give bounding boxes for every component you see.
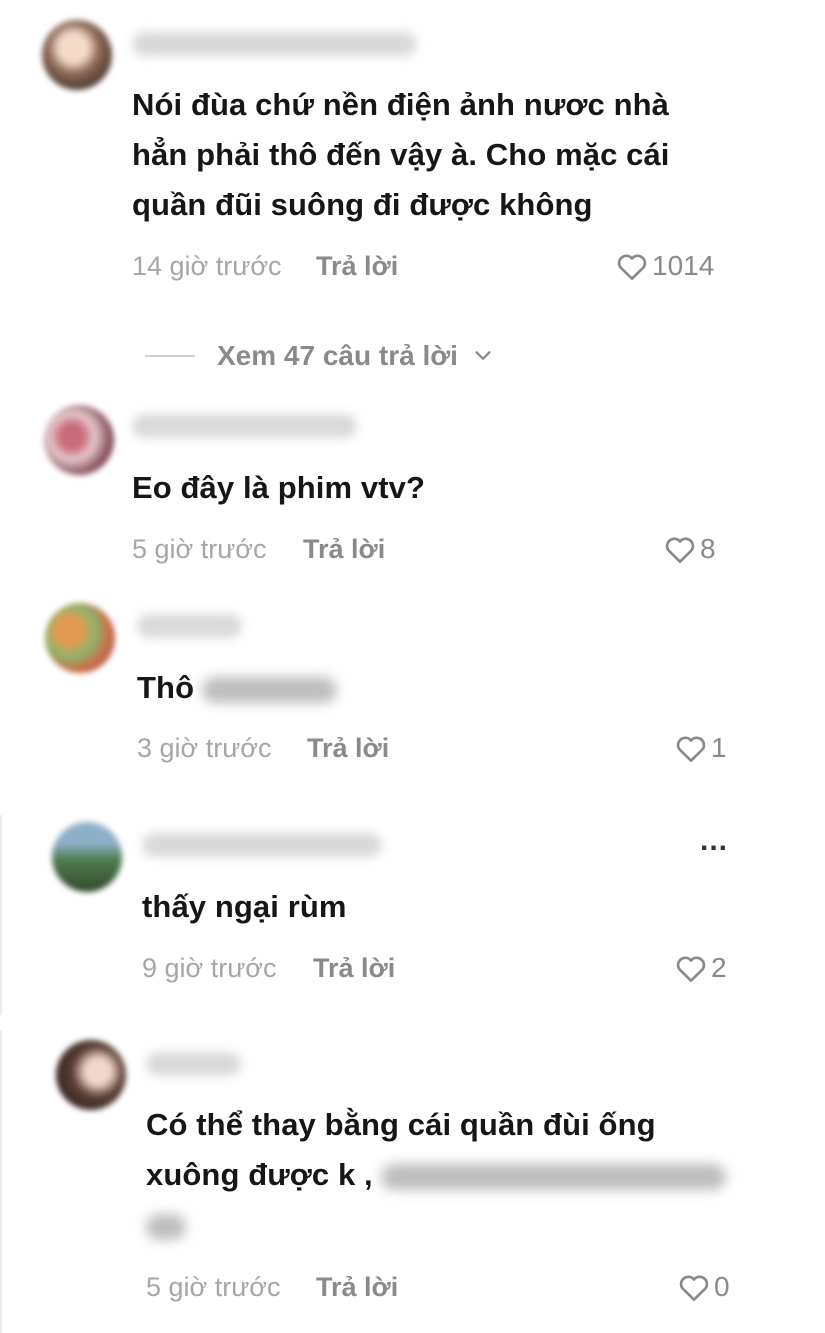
heart-outline-icon (665, 537, 695, 564)
username[interactable] (142, 833, 382, 857)
comment-text: Eo đây là phim vtv? (132, 470, 426, 505)
avatar[interactable] (42, 20, 112, 90)
like-button[interactable]: 1014 (616, 250, 714, 282)
chevron-down-icon (475, 351, 491, 360)
like-count: 1014 (652, 250, 715, 281)
like-count: 8 (700, 533, 716, 564)
comment-text-line-1: Có thể thay bằng cái quần đùi ống (146, 1107, 656, 1142)
comment-text: thấy ngại rùm (142, 889, 347, 924)
heart-outline-icon (617, 254, 647, 280)
like-button[interactable]: 0 (678, 1271, 730, 1303)
heart-outline-icon (676, 736, 706, 763)
comment-text: Thô (137, 663, 338, 713)
comment-time: 5 giờ trước (132, 534, 267, 564)
like-button[interactable]: 8 (664, 533, 716, 565)
heart-outline-icon (679, 1275, 709, 1301)
like-count: 1 (711, 732, 727, 763)
avatar[interactable] (45, 603, 115, 673)
reply-button[interactable]: Trả lời (316, 1272, 398, 1303)
username[interactable] (146, 1052, 241, 1076)
blurred-text (202, 676, 338, 703)
reply-button[interactable]: Trả lời (303, 534, 385, 565)
comments-page: Nói đùa chứ nền điện ảnh nươc nhà hẳn ph… (0, 0, 825, 1333)
divider (0, 1030, 2, 1333)
view-replies-button[interactable]: Xem 47 câu trả lời (145, 340, 494, 372)
comment-time: 3 giờ trước (137, 733, 272, 763)
like-count: 2 (711, 952, 727, 983)
comment-time: 9 giờ trước (142, 953, 277, 983)
avatar[interactable] (52, 822, 122, 892)
username[interactable] (137, 614, 242, 638)
reply-button[interactable]: Trả lời (316, 251, 398, 282)
like-button[interactable]: 1 (675, 732, 727, 764)
comment-time: 5 giờ trước (146, 1272, 281, 1302)
avatar[interactable] (56, 1040, 126, 1110)
blurred-text (380, 1163, 726, 1190)
comment-text-line-3 (146, 1200, 186, 1250)
comment-text-visible: Thô (137, 670, 195, 705)
comment-time: 14 giờ trước (132, 251, 282, 281)
view-replies-label: Xem 47 câu trả lời (217, 340, 458, 371)
username[interactable] (132, 32, 417, 56)
like-count: 0 (714, 1271, 730, 1302)
avatar[interactable] (44, 405, 114, 475)
heart-outline-icon (676, 956, 706, 983)
blurred-text (146, 1213, 186, 1240)
comment-text: Nói đùa chứ nền điện ảnh nươc nhà hẳn ph… (132, 87, 670, 222)
divider (0, 815, 2, 1015)
more-options-button[interactable]: ... (700, 824, 728, 858)
comment-text-line-2: xuông được k , (146, 1150, 726, 1200)
like-button[interactable]: 2 (675, 952, 727, 984)
reply-button[interactable]: Trả lời (307, 733, 389, 764)
divider (145, 355, 195, 357)
comment-text-visible: xuông được k , (146, 1157, 373, 1192)
username[interactable] (132, 414, 357, 438)
reply-button[interactable]: Trả lời (313, 953, 395, 984)
